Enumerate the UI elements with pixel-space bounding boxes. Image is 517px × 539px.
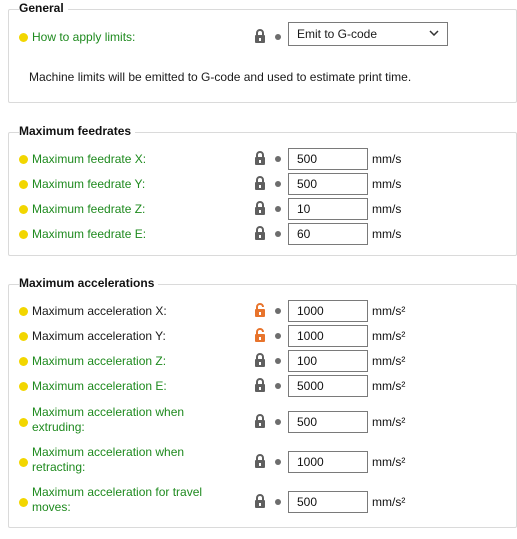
lock-icon[interactable] [254, 494, 266, 509]
lock-icon[interactable] [254, 29, 266, 44]
feedrate-x-unit: mm/s [372, 152, 402, 166]
bullet-icon [19, 33, 28, 42]
lock-icon[interactable] [254, 151, 266, 166]
acceleration-y-unit: mm/s² [372, 329, 406, 343]
bullet-icon [19, 418, 28, 427]
feedrate-z-row: Maximum feedrate Z: 10 mm/s [9, 197, 516, 221]
acceleration-retracting-label: Maximum acceleration when retracting: [32, 445, 184, 475]
bullet-icon [19, 498, 28, 507]
acceleration-travel-unit: mm/s² [372, 495, 406, 509]
general-group: General How to apply limits: Emit to G-c… [8, 1, 517, 103]
acceleration-z-row: Maximum acceleration Z: 100 mm/s² [9, 349, 516, 373]
modified-dot-icon [275, 206, 281, 212]
feedrate-y-row: Maximum feedrate Y: 500 mm/s [9, 172, 516, 196]
bullet-icon [19, 230, 28, 239]
apply-limits-info: Machine limits will be emitted to G-code… [29, 70, 412, 84]
lock-icon[interactable] [254, 454, 266, 469]
bullet-icon [19, 458, 28, 467]
acceleration-retracting-row: Maximum acceleration when retracting: 10… [9, 445, 516, 479]
acceleration-travel-label-line1: Maximum acceleration for travel [32, 485, 203, 499]
acceleration-travel-row: Maximum acceleration for travel moves: 5… [9, 485, 516, 519]
feedrate-e-row: Maximum feedrate E: 60 mm/s [9, 222, 516, 246]
acceleration-x-unit: mm/s² [372, 304, 406, 318]
acceleration-retracting-label-line1: Maximum acceleration when [32, 445, 185, 459]
bullet-icon [19, 155, 28, 164]
acceleration-x-label: Maximum acceleration X: [32, 304, 167, 318]
feedrate-e-unit: mm/s [372, 227, 402, 241]
bullet-icon [19, 332, 28, 341]
accelerations-group: Maximum accelerations Maximum accelerati… [8, 276, 517, 528]
acceleration-extruding-label-line1: Maximum acceleration when [32, 405, 185, 419]
modified-dot-icon [275, 383, 281, 389]
feedrate-y-unit: mm/s [372, 177, 402, 191]
acceleration-x-input[interactable]: 1000 [288, 300, 368, 322]
lock-icon[interactable] [254, 414, 266, 429]
acceleration-extruding-unit: mm/s² [372, 415, 406, 429]
acceleration-z-unit: mm/s² [372, 354, 406, 368]
unlock-icon[interactable] [254, 328, 266, 343]
acceleration-travel-label-line2: moves: [32, 500, 71, 514]
bullet-icon [19, 357, 28, 366]
feedrate-y-input[interactable]: 500 [288, 173, 368, 195]
lock-icon[interactable] [254, 226, 266, 241]
feedrate-e-label: Maximum feedrate E: [32, 227, 147, 241]
feedrates-title: Maximum feedrates [19, 124, 136, 138]
modified-dot-icon [275, 333, 281, 339]
acceleration-extruding-row: Maximum acceleration when extruding: 500… [9, 405, 516, 439]
acceleration-extruding-label: Maximum acceleration when extruding: [32, 405, 184, 435]
acceleration-e-label: Maximum acceleration E: [32, 379, 167, 393]
bullet-icon [19, 205, 28, 214]
lock-icon[interactable] [254, 353, 266, 368]
bullet-icon [19, 307, 28, 316]
modified-dot-icon [275, 499, 281, 505]
acceleration-z-label: Maximum acceleration Z: [32, 354, 167, 368]
acceleration-extruding-input[interactable]: 500 [288, 411, 368, 433]
feedrate-z-input[interactable]: 10 [288, 198, 368, 220]
modified-dot-icon [275, 459, 281, 465]
feedrate-z-unit: mm/s [372, 202, 402, 216]
apply-limits-label: How to apply limits: [32, 30, 136, 44]
acceleration-extruding-label-line2: extruding: [32, 420, 85, 434]
modified-dot-icon [275, 181, 281, 187]
acceleration-travel-label: Maximum acceleration for travel moves: [32, 485, 202, 515]
modified-dot-icon [275, 34, 281, 40]
acceleration-retracting-label-line2: retracting: [32, 460, 86, 474]
apply-limits-select[interactable]: Emit to G-code [288, 22, 448, 46]
acceleration-y-label: Maximum acceleration Y: [32, 329, 166, 343]
feedrate-x-row: Maximum feedrate X: 500 mm/s [9, 147, 516, 171]
acceleration-y-row: Maximum acceleration Y: 1000 mm/s² [9, 324, 516, 348]
acceleration-z-input[interactable]: 100 [288, 350, 368, 372]
lock-icon[interactable] [254, 201, 266, 216]
feedrate-x-input[interactable]: 500 [288, 148, 368, 170]
bullet-icon [19, 180, 28, 189]
apply-limits-select-value: Emit to G-code [297, 27, 378, 41]
modified-dot-icon [275, 358, 281, 364]
acceleration-e-input[interactable]: 5000 [288, 375, 368, 397]
acceleration-travel-input[interactable]: 500 [288, 491, 368, 513]
acceleration-retracting-input[interactable]: 1000 [288, 451, 368, 473]
acceleration-e-row: Maximum acceleration E: 5000 mm/s² [9, 374, 516, 398]
modified-dot-icon [275, 231, 281, 237]
feedrates-group: Maximum feedrates Maximum feedrate X: 50… [8, 124, 517, 256]
acceleration-retracting-unit: mm/s² [372, 455, 406, 469]
lock-icon[interactable] [254, 176, 266, 191]
feedrate-e-input[interactable]: 60 [288, 223, 368, 245]
modified-dot-icon [275, 419, 281, 425]
accelerations-title: Maximum accelerations [19, 276, 159, 290]
acceleration-e-unit: mm/s² [372, 379, 406, 393]
bullet-icon [19, 382, 28, 391]
feedrate-x-label: Maximum feedrate X: [32, 152, 147, 166]
feedrate-z-label: Maximum feedrate Z: [32, 202, 146, 216]
general-title: General [19, 1, 68, 15]
modified-dot-icon [275, 308, 281, 314]
acceleration-y-input[interactable]: 1000 [288, 325, 368, 347]
feedrate-y-label: Maximum feedrate Y: [32, 177, 146, 191]
lock-icon[interactable] [254, 378, 266, 393]
acceleration-x-row: Maximum acceleration X: 1000 mm/s² [9, 299, 516, 323]
unlock-icon[interactable] [254, 303, 266, 318]
modified-dot-icon [275, 156, 281, 162]
chevron-down-icon [429, 30, 439, 36]
